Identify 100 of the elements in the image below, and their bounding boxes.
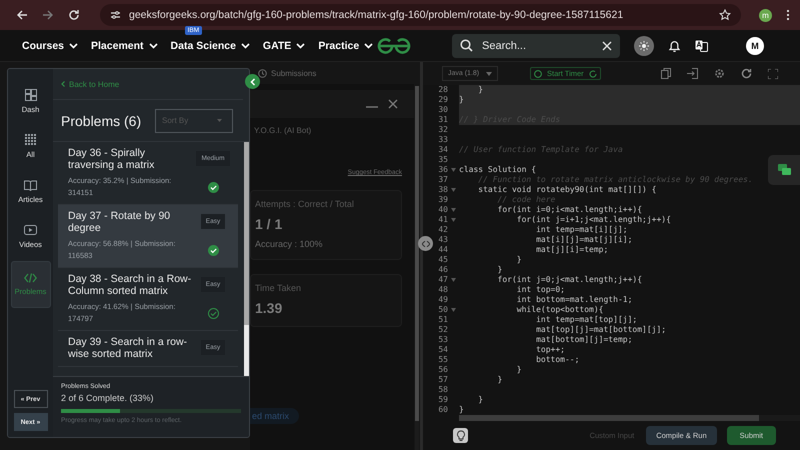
fold-arrow-icon[interactable] (451, 188, 456, 192)
chevron-left-icon (61, 81, 65, 87)
code-line: for(int j=i+1;j<mat.length;j++){ (516, 215, 671, 225)
back-link[interactable]: Back to Home (61, 80, 120, 88)
code-line: top++; (535, 345, 565, 355)
stat-label: Time Taken (255, 283, 302, 293)
copy-icon[interactable] (661, 68, 671, 79)
fold-arrow-icon[interactable] (451, 218, 456, 222)
search-field[interactable]: Search... (480, 38, 595, 52)
timer-icon (534, 70, 542, 78)
code-line: // User function Template for Java (459, 145, 623, 155)
code-line: } (516, 255, 522, 265)
stat-label: Attempts : Correct / Total (255, 199, 355, 209)
scrollbar[interactable] (415, 86, 419, 450)
panel-title: Problems (6) (61, 112, 142, 128)
fold-arrow-icon[interactable] (451, 168, 456, 172)
settings-icon[interactable] (714, 68, 725, 79)
address-bar[interactable]: geeksforgeeks.org/batch/gfg-160-problems/track/matrix-gfg-160/problem/rotate-by-90-degree-1587115621 (100, 4, 741, 26)
line-number: 47 (437, 275, 448, 285)
stat-value: 1.39 (255, 300, 284, 316)
star-icon[interactable] (719, 9, 731, 21)
chat-button[interactable] (768, 155, 800, 185)
line-number: 41 (437, 215, 448, 225)
code-line: int top=0; (516, 285, 565, 295)
code-line: } (516, 365, 522, 375)
line-number: 34 (437, 145, 448, 155)
line-number: 44 (437, 245, 448, 255)
line-number: 50 (437, 305, 448, 315)
theme-toggle-button[interactable] (634, 36, 654, 56)
code-line: } (496, 375, 502, 385)
fold-arrow-icon[interactable] (451, 208, 456, 212)
line-number: 54 (437, 345, 448, 355)
code-line: int bottom=mat.length-1; (516, 295, 632, 305)
code-line: for(int j=0;j<mat.length;j++){ (496, 275, 642, 285)
line-number: 35 (437, 155, 448, 165)
book-icon (24, 180, 37, 190)
line-number: 55 (437, 355, 448, 365)
arrow-into-box-icon[interactable] (687, 68, 698, 79)
translate-icon[interactable] (695, 40, 708, 52)
line-number: 29 (437, 95, 448, 105)
code-line: } (459, 405, 464, 415)
scrollbar[interactable] (244, 142, 249, 376)
more-icon[interactable] (786, 9, 790, 21)
code-line: while(top<bottom){ (516, 305, 604, 315)
lightbulb-icon (456, 430, 466, 442)
code-line: } (477, 85, 484, 95)
reload-icon[interactable] (741, 68, 752, 79)
fold-arrow-icon[interactable] (451, 308, 456, 312)
line-number: 37 (437, 175, 448, 185)
code-line: mat[top][j]=mat[bottom][j]; (535, 325, 666, 335)
play-icon (24, 224, 37, 236)
code-line: mat[j][i]=temp; (535, 245, 608, 255)
line-number: 45 (437, 255, 448, 265)
nav-menu-item[interactable]: Practice (318, 36, 374, 56)
search-bar[interactable]: Search... (452, 34, 620, 58)
problem-title: Day 37 - Rotate by 90 degree (68, 210, 172, 234)
grid-icon (24, 134, 36, 146)
back-icon[interactable] (16, 9, 28, 21)
nav-menu-item[interactable]: GATE (262, 36, 306, 56)
line-number: 58 (437, 385, 448, 395)
code-line: int temp=mat[i][j]; (535, 225, 628, 235)
line-number: 38 (437, 185, 448, 195)
line-number: 31 (437, 115, 448, 125)
stat-value: 1 / 1 (255, 216, 284, 232)
code-line: } (459, 95, 464, 105)
code-line: bottom--; (535, 355, 580, 365)
user-avatar[interactable]: M (746, 36, 764, 54)
hint-button[interactable] (453, 428, 468, 443)
fold-arrow-icon[interactable] (451, 278, 456, 282)
line-number: 30 (437, 105, 448, 115)
bot-title: Y.O.G.I. (AI Bot) (253, 125, 312, 135)
problem-title: Day 38 - Search in a Row-Column sorted matrix (68, 273, 192, 297)
resize-icon (422, 240, 430, 246)
chevron-left-icon (250, 78, 256, 86)
scrollbar[interactable] (459, 415, 800, 421)
code-line: } (477, 395, 484, 405)
chevron-down-icon (148, 42, 158, 48)
line-number: 59 (437, 395, 448, 405)
code-icon (24, 273, 37, 283)
line-number: 42 (437, 225, 448, 235)
nav-menu-item[interactable]: Data Science (170, 36, 250, 56)
code-line: int temp=mat[top][j]; (535, 315, 638, 325)
tune-icon[interactable] (110, 10, 121, 20)
line-number: 51 (437, 315, 448, 325)
code-line: class Solution { (459, 165, 536, 175)
nav-menu-item[interactable]: Placement (91, 36, 158, 56)
line-number: 53 (437, 335, 448, 345)
forward-icon[interactable] (42, 9, 54, 21)
line-number: 32 (437, 125, 448, 135)
chevron-down-icon (364, 42, 374, 48)
fullscreen-icon[interactable] (768, 68, 778, 78)
line-number: 57 (437, 375, 448, 385)
dashboard-icon (24, 89, 36, 101)
code-line: } (496, 265, 502, 275)
code-line: mat[bottom][j]=temp; (535, 335, 632, 345)
bell-icon[interactable] (668, 38, 681, 52)
logo[interactable] (376, 38, 412, 54)
code-line: for(int i=0;i<mat.length;i++){ (496, 205, 642, 215)
search-icon (460, 39, 473, 52)
nav-menu-item[interactable]: Courses (22, 36, 78, 56)
